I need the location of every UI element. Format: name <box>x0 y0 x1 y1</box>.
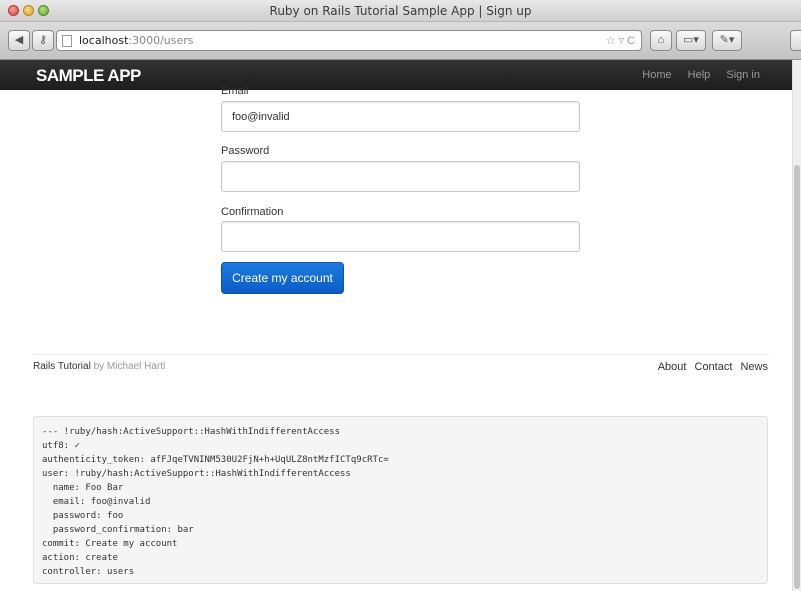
back-arrow-icon: ◀ <box>14 34 24 46</box>
footer-divider <box>33 354 769 355</box>
confirmation-label: Confirmation <box>221 206 284 218</box>
url-host: localhost <box>79 34 129 47</box>
debug-line: controller: users <box>42 567 135 577</box>
debug-line: authenticity_token: afFJqeTVNINM530U2FjN… <box>42 455 389 465</box>
reload-icon[interactable]: ☆ ▿ C <box>606 34 635 47</box>
window-titlebar: Ruby on Rails Tutorial Sample App | Sign… <box>0 0 801 22</box>
window-icon: ▭▾ <box>683 34 699 46</box>
window-menu-button[interactable]: ▭▾ <box>676 30 706 51</box>
debug-line: password: foo <box>42 511 124 521</box>
extensions-button[interactable]: ✎▾ <box>712 30 742 51</box>
window-title: Ruby on Rails Tutorial Sample App | Sign… <box>269 4 532 18</box>
scrollbar-thumb[interactable] <box>794 165 800 589</box>
email-label: Email <box>221 85 249 97</box>
extensions-icon: ✎▾ <box>719 34 735 46</box>
home-button[interactable]: ⌂ <box>650 30 672 51</box>
footer-links: About Contact News <box>653 361 768 373</box>
debug-line: commit: Create my account <box>42 539 178 549</box>
toolbar-overflow[interactable] <box>790 30 801 51</box>
debug-line: password_confirmation: bar <box>42 525 194 535</box>
debug-line: name: Foo Bar <box>42 483 124 493</box>
back-button[interactable]: ◀ <box>8 30 30 51</box>
url-path: :3000/users <box>128 34 194 47</box>
page-icon <box>62 35 72 47</box>
author-credit[interactable]: by Michael Hartl <box>91 361 166 372</box>
rails-tutorial-link[interactable]: Rails Tutorial <box>33 361 91 372</box>
debug-line: utf8: ✓ <box>42 441 80 451</box>
create-account-button[interactable]: Create my account <box>221 262 344 294</box>
password-label: Password <box>221 145 270 157</box>
footer-contact-link[interactable]: Contact <box>695 361 733 373</box>
address-bar[interactable]: localhost:3000/users ☆ ▿ C <box>56 30 642 51</box>
home-icon: ⌂ <box>657 34 665 46</box>
page-scrollbar[interactable] <box>792 60 801 591</box>
browser-toolbar: ◀ ⚷ localhost:3000/users ☆ ▿ C ⌂ ▭▾ ✎▾ <box>0 22 801 60</box>
footer-credit: Rails Tutorial by Michael Hartl <box>33 361 165 372</box>
debug-params-dump: --- !ruby/hash:ActiveSupport::HashWithIn… <box>33 416 768 584</box>
nav-links: Home Help Sign in <box>629 69 760 81</box>
app-navbar: SAMPLE APP Home Help Sign in <box>0 60 792 90</box>
brand-logo[interactable]: SAMPLE APP <box>36 66 141 86</box>
email-field[interactable] <box>221 101 580 132</box>
footer-about-link[interactable]: About <box>658 361 687 373</box>
nav-help-link[interactable]: Help <box>688 69 711 81</box>
nav-signin-link[interactable]: Sign in <box>726 69 760 81</box>
debug-line: user: !ruby/hash:ActiveSupport::HashWith… <box>42 469 351 479</box>
debug-line: --- !ruby/hash:ActiveSupport::HashWithIn… <box>42 427 341 437</box>
key-icon: ⚷ <box>38 34 48 46</box>
address-text: localhost:3000/users <box>79 34 194 47</box>
security-button[interactable]: ⚷ <box>32 30 54 51</box>
confirmation-field[interactable] <box>221 221 580 252</box>
footer-news-link[interactable]: News <box>740 361 768 373</box>
debug-line: email: foo@invalid <box>42 497 151 507</box>
password-field[interactable] <box>221 161 580 192</box>
debug-line: action: create <box>42 553 118 563</box>
nav-home-link[interactable]: Home <box>642 69 671 81</box>
